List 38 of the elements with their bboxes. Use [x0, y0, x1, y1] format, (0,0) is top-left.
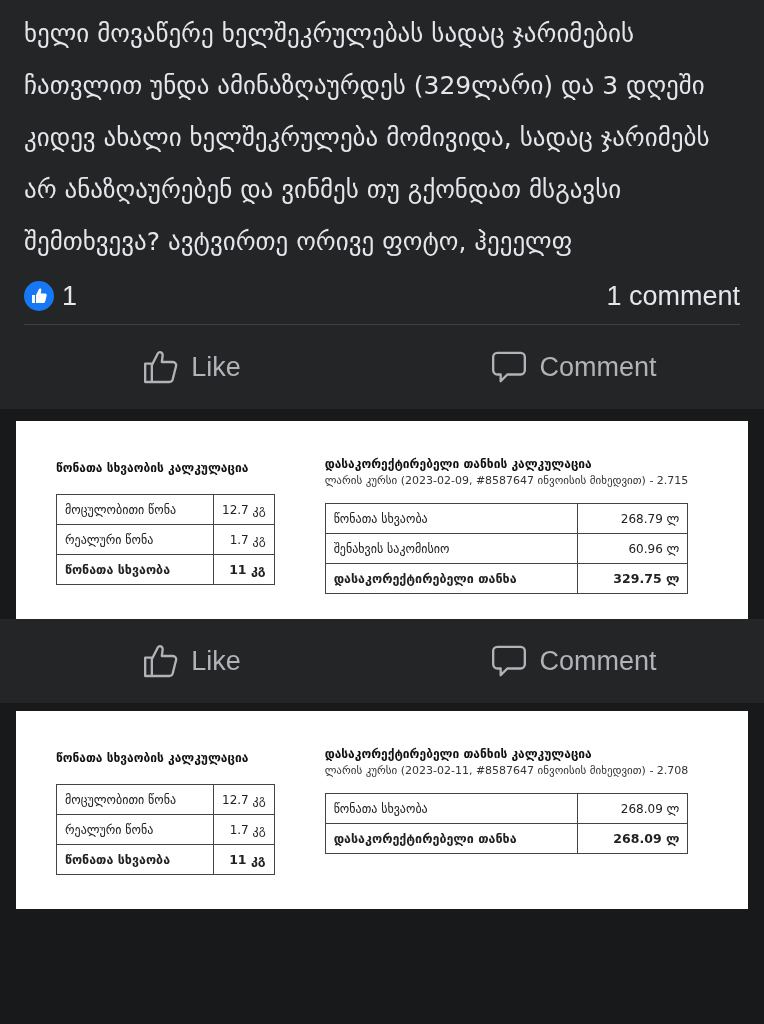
like-button[interactable]: Like — [0, 619, 382, 703]
section-title: წონათა სხვაობის კალკულაცია — [56, 751, 250, 765]
table-cell: 11 კგ — [213, 844, 275, 875]
like-button[interactable]: Like — [0, 325, 382, 409]
table-cell: შენახვის საკომისიო — [325, 533, 578, 564]
table-cell: 268.79 ლ — [577, 503, 688, 534]
table-cell: დასაკორექტირებელი თანხა — [325, 823, 578, 854]
like-reaction-icon — [24, 281, 54, 311]
comment-button[interactable]: Comment — [382, 325, 764, 409]
table-cell: რეალური წონა — [56, 814, 214, 845]
section-title: წონათა სხვაობის კალკულაცია — [56, 461, 250, 475]
table-cell: დასაკორექტირებელი თანხა — [325, 563, 578, 594]
table-cell: მოცულობითი წონა — [56, 784, 214, 815]
section-title: დასაკორექტირებელი თანხის კალკულაცია — [324, 457, 593, 471]
table-cell: 268.09 ლ — [577, 823, 688, 854]
exchange-rate-text: ლარის კურსი (2023-02-11, #8587647 ინვოისის მიხედვით) - 2.708 — [324, 764, 689, 777]
table-cell: წონათა სხვაობა — [325, 793, 578, 824]
document-screenshot[interactable] — [16, 421, 748, 619]
document-screenshot[interactable] — [16, 711, 748, 909]
comment-button[interactable]: Comment — [382, 619, 764, 703]
table-cell: წონათა სხვაობა — [56, 554, 214, 585]
table-cell: 11 კგ — [213, 554, 275, 585]
table-cell: 1.7 კგ — [213, 524, 275, 555]
table-cell: 268.09 ლ — [577, 793, 688, 824]
section-title: დასაკორექტირებელი თანხის კალკულაცია — [324, 747, 593, 761]
table-cell: 12.7 კგ — [213, 784, 275, 815]
reaction-count: 1 — [62, 280, 78, 312]
table-cell: 1.7 კგ — [213, 814, 275, 845]
exchange-rate-text: ლარის კურსი (2023-02-09, #8587647 ინვოისის მიხედვით) - 2.715 — [324, 474, 689, 487]
table-cell: 329.75 ლ — [577, 563, 688, 594]
table-cell: წონათა სხვაობა — [325, 503, 578, 534]
table-cell: მოცულობითი წონა — [56, 494, 214, 525]
comment-count-link[interactable]: 1 comment — [606, 280, 740, 312]
table-cell: რეალური წონა — [56, 524, 214, 555]
table-cell: 60.96 ლ — [577, 533, 688, 564]
post-text: ხელი მოვაწერე ხელშეკრულებას სადაც ჯარიმების ჩათვლით უნდა ამინაზღაურდეს (329ლარი) და 3 დღეში კიდევ ახალი ხელშეკრულება მომივიდა, სადაც ჯარიმებს არ ანაზღაურებენ და ვინმეს თუ გქონდათ მსგავსი შემთხვევა? ავტვირთე ორივე ფოტო, ჰეეელფ — [24, 18, 711, 258]
table-cell: 12.7 კგ — [213, 494, 275, 525]
table-cell: წონათა სხვაობა — [56, 844, 214, 875]
